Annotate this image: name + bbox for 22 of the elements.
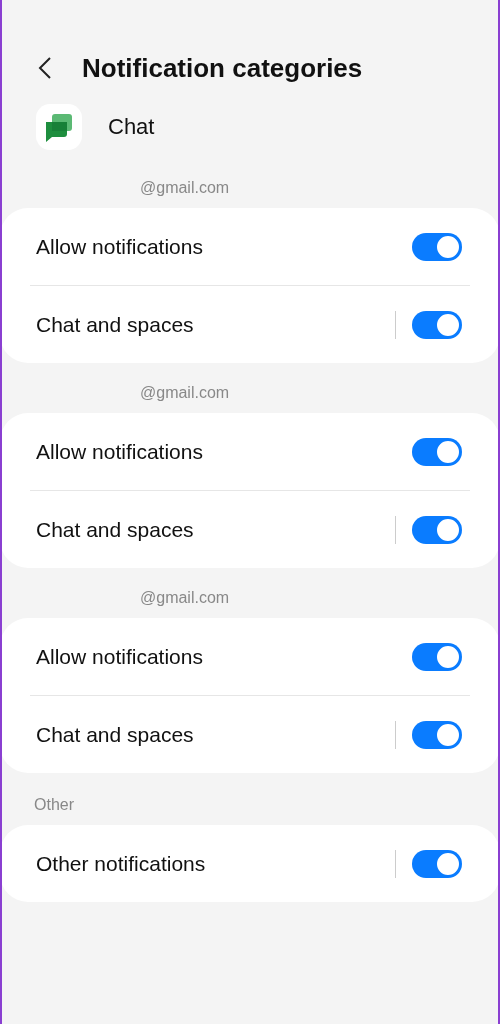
toggle-switch[interactable] xyxy=(412,849,462,878)
toggle-switch[interactable] xyxy=(412,720,462,749)
toggle-switch[interactable] xyxy=(412,232,462,261)
setting-label: Chat and spaces xyxy=(36,722,195,747)
setting-label: Chat and spaces xyxy=(36,312,195,337)
section-header: Other xyxy=(33,795,75,815)
setting-label: Other notifications xyxy=(36,851,207,876)
setting-label: Allow notifications xyxy=(36,644,204,669)
app-name: Chat xyxy=(108,114,155,140)
page-title: Notification categories xyxy=(82,52,363,84)
setting-label: Allow notifications xyxy=(36,439,204,464)
chat-app-icon xyxy=(36,104,82,150)
back-icon[interactable] xyxy=(38,56,52,80)
toggle-switch[interactable] xyxy=(412,515,462,544)
setting-label: Chat and spaces xyxy=(36,517,195,542)
toggle-switch[interactable] xyxy=(412,310,462,339)
section-header: @gmail.com xyxy=(139,588,231,608)
toggle-switch[interactable] xyxy=(412,437,462,466)
setting-label: Allow notifications xyxy=(36,234,204,259)
section-header: @gmail.com xyxy=(139,178,231,198)
toggle-switch[interactable] xyxy=(412,642,462,671)
section-header: @gmail.com xyxy=(139,383,231,403)
